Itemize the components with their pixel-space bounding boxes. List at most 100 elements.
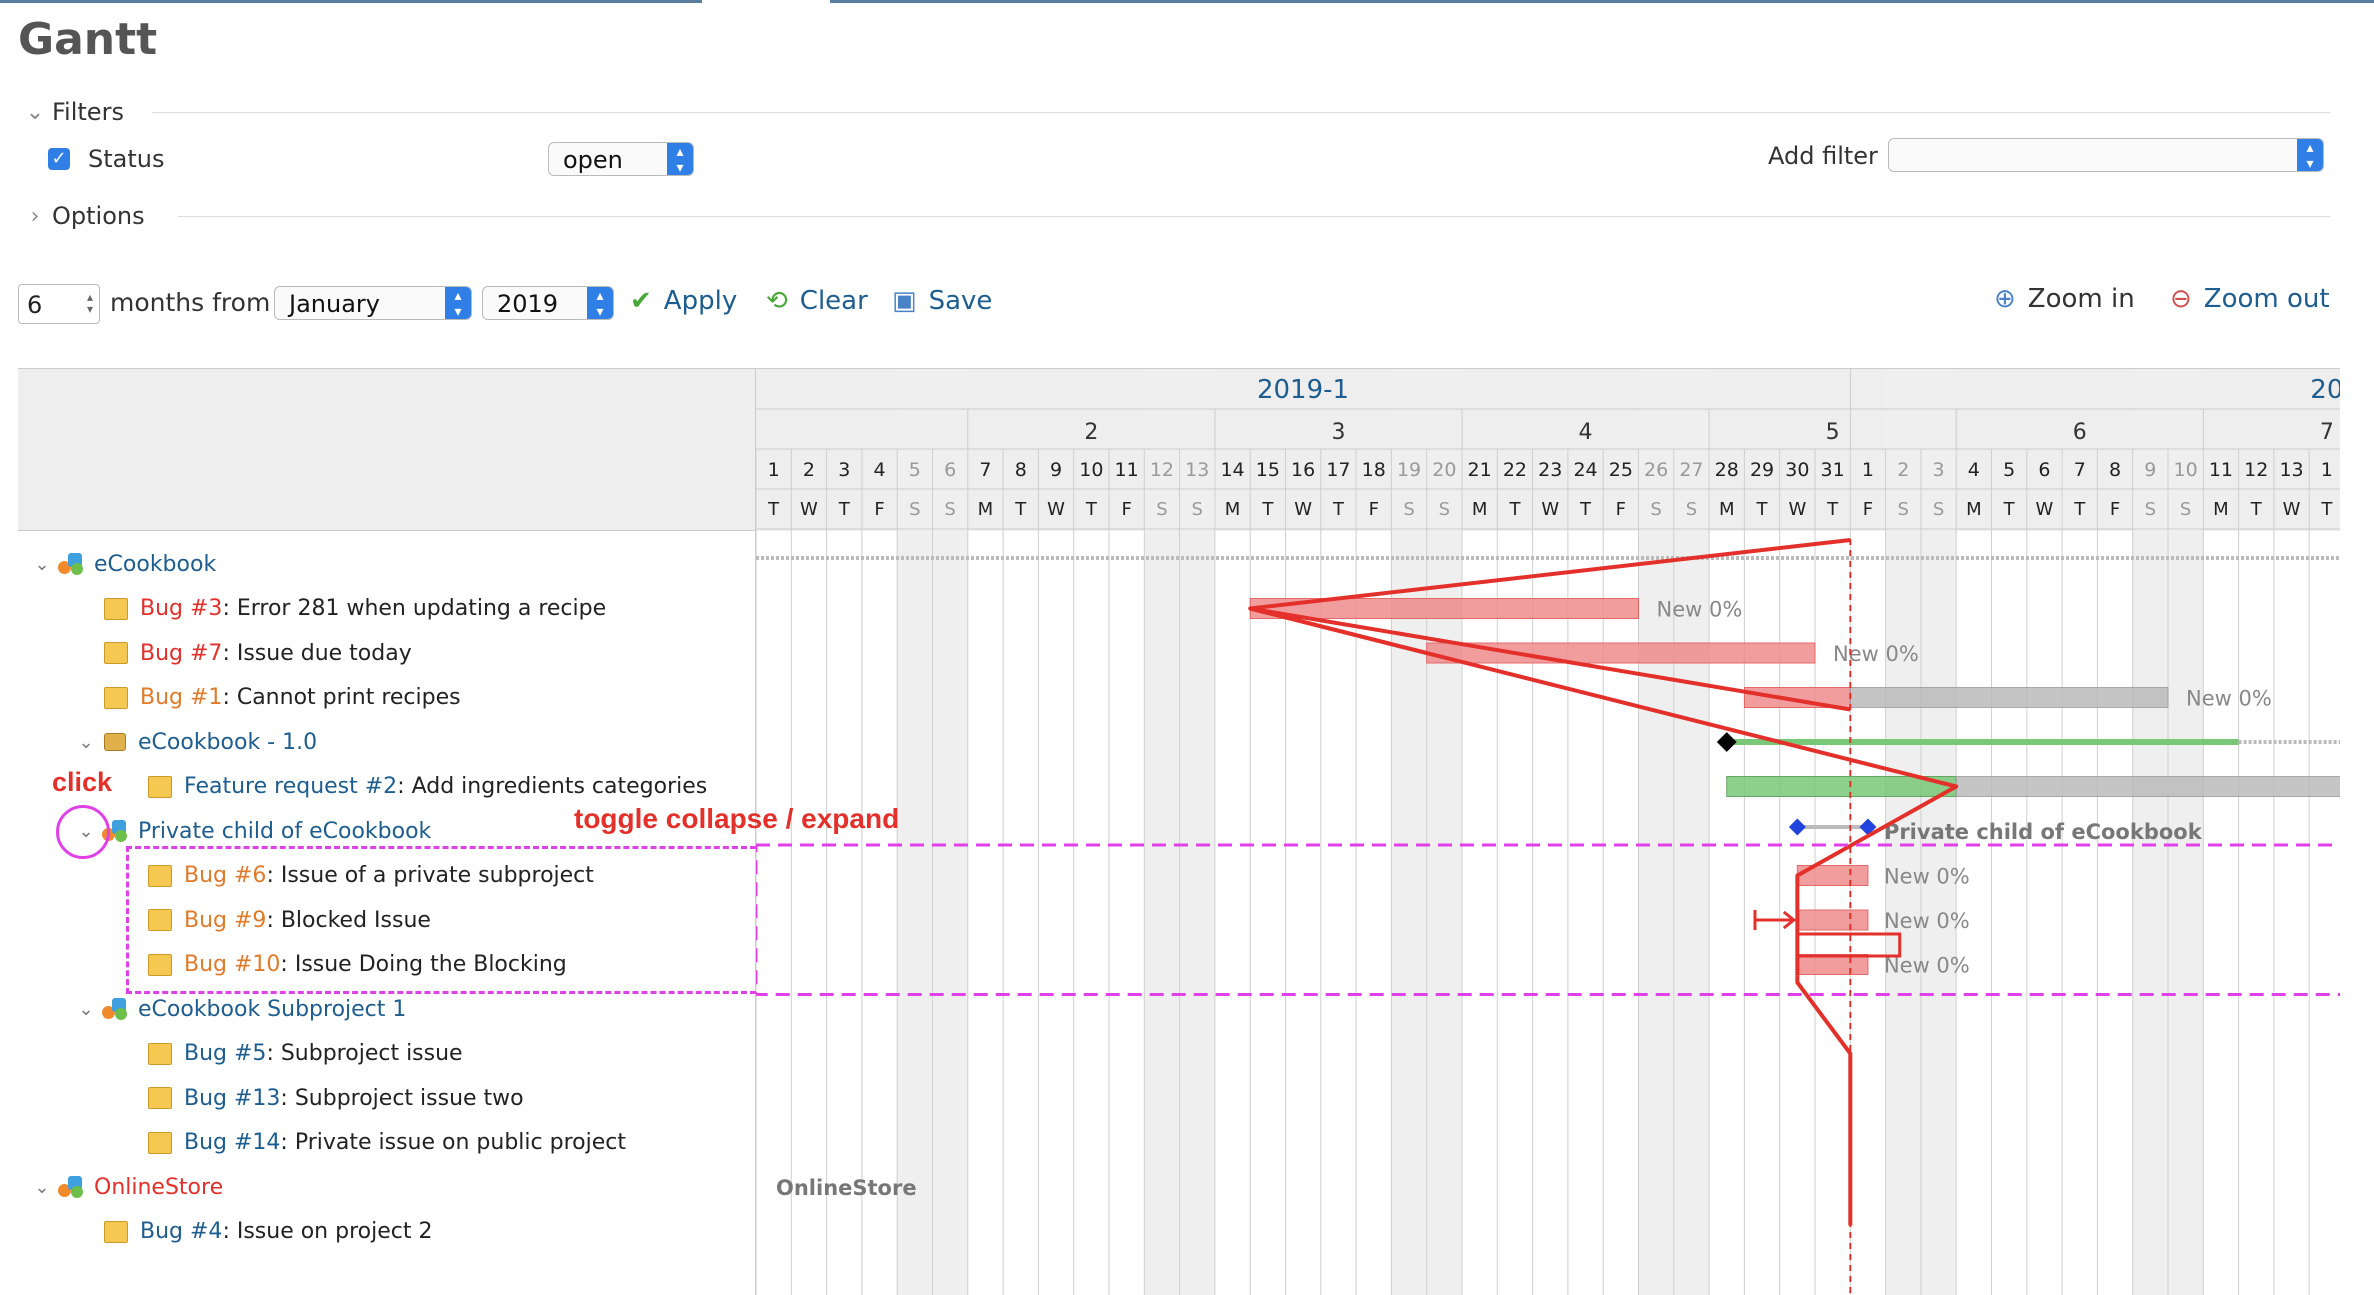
issue-subject: : Issue Doing the Blocking	[280, 952, 567, 977]
weekday-label: W	[800, 499, 818, 520]
issue-link[interactable]: Bug #4	[140, 1219, 222, 1244]
apply-button[interactable]: ✔ Apply	[630, 286, 737, 316]
zoom-out-icon: ⊖	[2170, 284, 2192, 314]
weekday-label: M	[1225, 499, 1241, 520]
issue-bar-label: New 0%	[2186, 687, 2272, 711]
select-arrows-icon: ▴ ▾	[2297, 139, 2323, 172]
options-legend[interactable]: › Options	[18, 196, 145, 236]
weekday-label: S	[1933, 499, 1944, 520]
weekday-label: T	[2320, 499, 2333, 520]
weekday-label: S	[1650, 499, 1661, 520]
issue-row: Bug #1: Cannot print recipes	[104, 683, 461, 713]
version-package-icon	[102, 731, 128, 753]
reload-icon: ⟲	[766, 286, 788, 316]
months-value: 6	[27, 291, 43, 319]
month-select-value: January	[289, 290, 380, 318]
issue-link[interactable]: Bug #3	[140, 596, 222, 621]
save-icon: ▣	[892, 286, 917, 316]
issue-subject: : Private issue on public project	[280, 1130, 626, 1155]
issue-bar	[1955, 776, 2340, 797]
weekday-label: M	[1966, 499, 1982, 520]
day-label: 4	[874, 459, 886, 481]
issue-bar-label: New 0%	[1884, 909, 1970, 933]
filters-divider	[152, 112, 2330, 113]
weekday-label: M	[1472, 499, 1488, 520]
day-label: 9	[1050, 459, 1062, 481]
weekday-label: F	[1616, 499, 1626, 520]
issue-link[interactable]: Feature request #2	[184, 774, 397, 799]
weekday-label: M	[2213, 499, 2229, 520]
issue-link[interactable]: Bug #9	[184, 908, 266, 933]
relation-arrow-icon	[1753, 910, 1797, 930]
day-label: 10	[2174, 459, 2198, 481]
issue-link[interactable]: Bug #7	[140, 641, 222, 666]
issue-link[interactable]: Bug #10	[184, 952, 280, 977]
issue-bar	[1849, 687, 2169, 708]
weekday-label: T	[1579, 499, 1592, 520]
day-label: 6	[2038, 459, 2050, 481]
issue-row: Bug #14: Private issue on public project	[148, 1128, 626, 1158]
status-select-value: open	[563, 146, 623, 174]
day-label: 20	[1432, 459, 1456, 481]
week-label: 5	[1826, 420, 1840, 445]
day-label: 3	[1933, 459, 1945, 481]
status-label: Status	[88, 145, 165, 173]
issue-link[interactable]: Bug #5	[184, 1041, 266, 1066]
version-link[interactable]: eCookbook - 1.0	[138, 730, 317, 755]
months-input[interactable]: 6 ▴ ▾	[18, 284, 100, 324]
version-start-diamond	[1716, 732, 1737, 752]
save-button[interactable]: ▣ Save	[892, 286, 992, 316]
zoom-out-button[interactable]: ⊖ Zoom out	[2170, 284, 2330, 314]
chevron-down-icon[interactable]: ⌄	[30, 554, 54, 575]
weekday-label: M	[978, 499, 994, 520]
zoom-in-icon: ⊕	[1994, 284, 2016, 314]
issue-row: Bug #13: Subproject issue two	[148, 1083, 524, 1113]
issue-link[interactable]: Bug #1	[140, 685, 222, 710]
issue-link[interactable]: Bug #6	[184, 863, 266, 888]
weekday-label: S	[1192, 499, 1203, 520]
chevron-down-icon[interactable]: ⌄	[74, 732, 98, 753]
annotation-click-circle	[56, 805, 110, 859]
project-link[interactable]: Private child of eCookbook	[138, 819, 431, 844]
day-label: 15	[1256, 459, 1280, 481]
page-title: Gantt	[18, 14, 158, 65]
day-label: 1	[2321, 459, 2333, 481]
issue-icon	[148, 864, 172, 887]
chevron-down-icon[interactable]: ⌄	[74, 999, 98, 1020]
issue-icon	[104, 1220, 128, 1243]
year-select[interactable]: 2019 ▴ ▾	[482, 286, 614, 320]
project-icon	[102, 998, 128, 1020]
status-checkbox[interactable]: ✓	[48, 148, 70, 170]
apply-label: Apply	[663, 286, 738, 316]
project-link[interactable]: eCookbook	[94, 552, 216, 577]
subject-column: ⌄ eCookbook Bug #3: Error 281 when updatin…	[18, 531, 756, 1295]
day-label: 13	[2279, 459, 2303, 481]
weekday-label: F	[1863, 499, 1873, 520]
issue-bar-label: New 0%	[1833, 642, 1919, 666]
zoom-in-label: Zoom in	[2027, 284, 2135, 314]
project-link[interactable]: OnlineStore	[94, 1175, 223, 1200]
subproject-bar-label: Private child of eCookbook	[1884, 820, 2203, 844]
add-filter-select[interactable]: ▴ ▾	[1888, 138, 2324, 172]
issue-subject: : Issue on project 2	[222, 1219, 433, 1244]
issue-bar	[1743, 687, 1851, 708]
filters-label: Filters	[52, 98, 124, 126]
issue-link[interactable]: Bug #14	[184, 1130, 280, 1155]
issue-icon	[148, 1131, 172, 1154]
zoom-in-button[interactable]: ⊕ Zoom in	[1994, 284, 2135, 314]
weekday-label: T	[2073, 499, 2086, 520]
status-select[interactable]: open ▴ ▾	[548, 142, 694, 176]
chevron-down-icon[interactable]: ⌄	[30, 1177, 54, 1198]
day-label: 16	[1291, 459, 1315, 481]
project-link[interactable]: eCookbook Subproject 1	[138, 997, 406, 1022]
issue-subject: : Subproject issue two	[280, 1085, 524, 1111]
day-label: 30	[1785, 459, 1809, 481]
clear-button[interactable]: ⟲ Clear	[766, 286, 868, 316]
weekday-label: S	[909, 499, 920, 520]
top-accent-line-right	[830, 0, 2374, 3]
day-label: 26	[1644, 459, 1668, 481]
month-select[interactable]: January ▴ ▾	[274, 286, 472, 320]
top-accent-line-left	[0, 0, 702, 3]
issue-link[interactable]: Bug #13	[184, 1086, 280, 1111]
day-label: 25	[1609, 459, 1633, 481]
